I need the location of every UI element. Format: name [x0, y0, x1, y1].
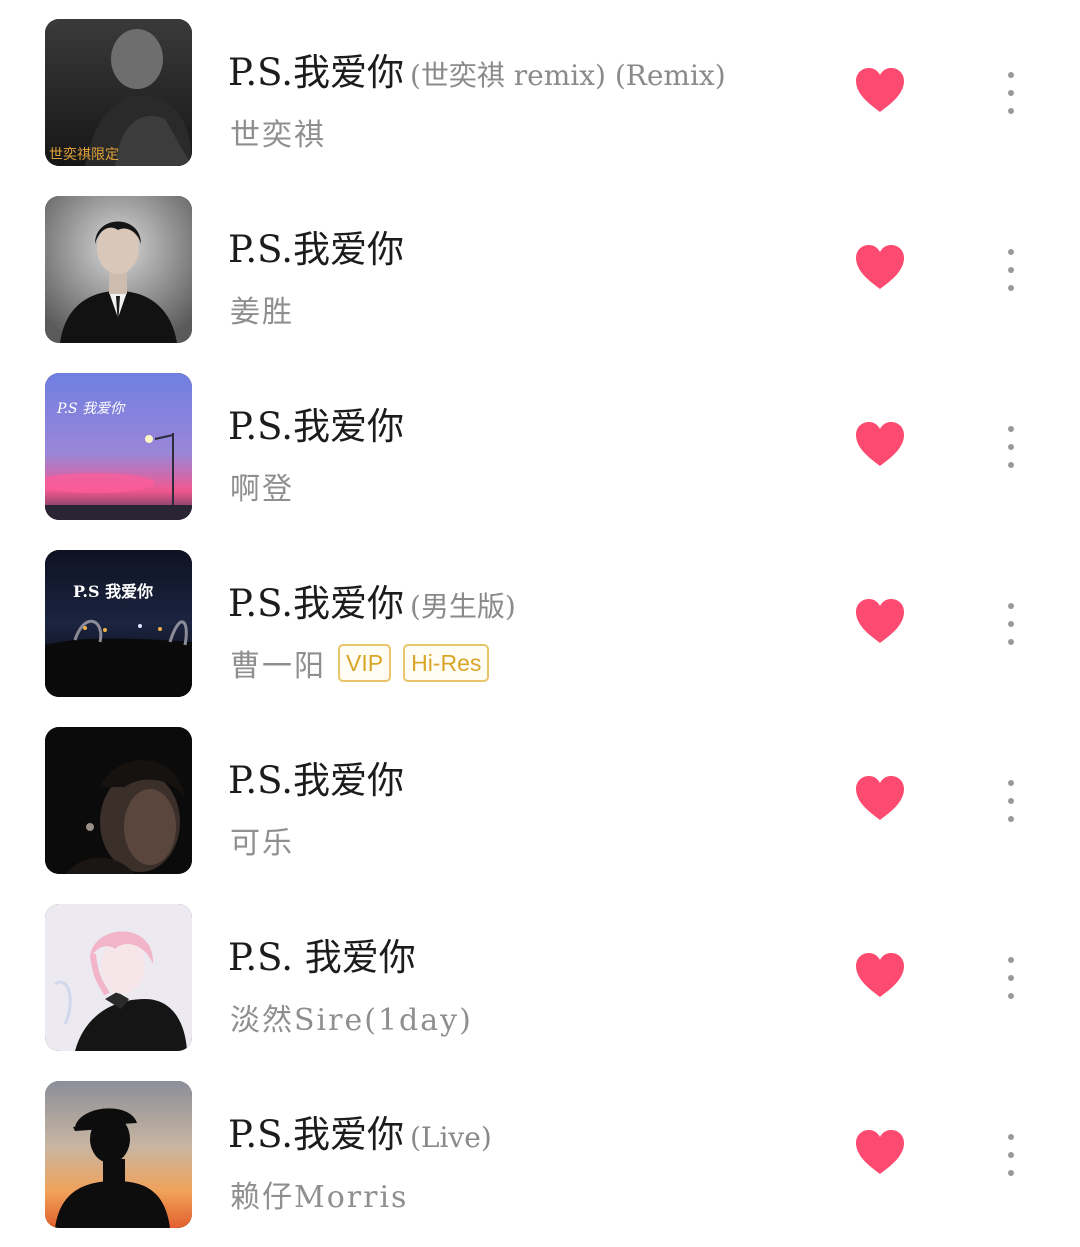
song-row[interactable]: P.S 我爱你 P.S.我爱你 (男生版) 曹一阳 VIP Hi-Res	[0, 531, 1080, 708]
heart-icon[interactable]	[854, 66, 906, 114]
song-row[interactable]: P.S 我爱你 P.S.我爱你 啊登	[0, 354, 1080, 531]
song-row[interactable]: P.S.我爱你 (Live) 赖仔Morris	[0, 1062, 1080, 1239]
album-cover[interactable]: 世奕祺限定	[45, 19, 192, 166]
song-title-line: P.S.我爱你	[228, 396, 410, 450]
dot	[1008, 798, 1014, 804]
song-row[interactable]: P.S. 我爱你 淡然Sire(1day)	[0, 885, 1080, 1062]
artist-line: 可乐	[230, 818, 294, 862]
heart-icon[interactable]	[854, 774, 906, 822]
song-title-line: P.S.我爱你 (世奕祺 remix) (Remix)	[228, 42, 726, 96]
heart-icon[interactable]	[854, 951, 906, 999]
album-cover[interactable]	[45, 196, 192, 343]
dot	[1008, 249, 1014, 255]
more-vertical-icon[interactable]	[998, 225, 1024, 315]
dot	[1008, 108, 1014, 114]
album-cover[interactable]	[45, 904, 192, 1051]
song-title: P.S.我爱你	[228, 228, 404, 271]
artist-name[interactable]: 赖仔Morris	[230, 1172, 408, 1216]
heart-icon[interactable]	[854, 243, 906, 291]
artist-name[interactable]: 淡然Sire(1day)	[230, 995, 473, 1039]
dot	[1008, 285, 1014, 291]
dot	[1008, 780, 1014, 786]
song-title-line: P.S. 我爱你	[228, 927, 422, 981]
artist-name[interactable]: 曹一阳	[230, 641, 326, 685]
dot	[1008, 993, 1014, 999]
dot	[1008, 462, 1014, 468]
artist-line: 淡然Sire(1day)	[230, 995, 473, 1039]
dot	[1008, 1134, 1014, 1140]
artist-line: 赖仔Morris	[230, 1172, 408, 1216]
song-row[interactable]: 世奕祺限定 P.S.我爱你 (世奕祺 remix) (Remix) 世奕祺	[0, 0, 1080, 177]
album-cover[interactable]	[45, 1081, 192, 1228]
song-version: (世奕祺 remix) (Remix)	[409, 59, 726, 92]
cover-art-night-car-icon: P.S 我爱你	[45, 550, 192, 697]
song-title-line: P.S.我爱你 (男生版)	[228, 573, 516, 627]
album-cover[interactable]: P.S 我爱你	[45, 373, 192, 520]
heart-icon[interactable]	[854, 420, 906, 468]
song-title: P.S.我爱你	[228, 405, 404, 448]
song-title: P.S.我爱你	[228, 51, 404, 94]
more-vertical-icon[interactable]	[998, 402, 1024, 492]
dot	[1008, 975, 1014, 981]
hi-res-badge: Hi-Res	[403, 644, 490, 682]
dot	[1008, 603, 1014, 609]
dot	[1008, 639, 1014, 645]
vip-badge: VIP	[338, 644, 392, 682]
dot	[1008, 816, 1014, 822]
dot	[1008, 426, 1014, 432]
cover-caption: 世奕祺限定	[49, 147, 119, 163]
more-vertical-icon[interactable]	[998, 756, 1024, 846]
cover-art-remix-icon: 世奕祺限定	[45, 19, 192, 166]
heart-icon[interactable]	[854, 1128, 906, 1176]
song-row[interactable]: P.S.我爱你 可乐	[0, 708, 1080, 885]
dot	[1008, 72, 1014, 78]
artist-line: 世奕祺	[230, 110, 326, 154]
artist-name[interactable]: 啊登	[230, 464, 294, 508]
heart-icon[interactable]	[854, 597, 906, 645]
song-title: P.S.我爱你	[228, 1113, 404, 1156]
song-title-line: P.S.我爱你	[228, 750, 410, 804]
artist-name[interactable]: 世奕祺	[230, 110, 326, 154]
artist-name[interactable]: 可乐	[230, 818, 294, 862]
dot	[1008, 1152, 1014, 1158]
dot	[1008, 444, 1014, 450]
song-list: 世奕祺限定 P.S.我爱你 (世奕祺 remix) (Remix) 世奕祺 P.…	[0, 0, 1080, 1247]
artist-name[interactable]: 姜胜	[230, 287, 294, 331]
album-cover[interactable]	[45, 727, 192, 874]
song-title-line: P.S.我爱你 (Live)	[228, 1104, 492, 1158]
dot	[1008, 1170, 1014, 1176]
artist-line: 曹一阳 VIP Hi-Res	[230, 641, 490, 685]
cover-caption: P.S 我爱你	[73, 582, 153, 601]
cover-art-sunset-sky-icon: P.S 我爱你	[45, 373, 192, 520]
dot	[1008, 267, 1014, 273]
artist-line: 姜胜	[230, 287, 294, 331]
dot	[1008, 957, 1014, 963]
cover-art-portrait-suit-icon	[45, 196, 192, 343]
dot	[1008, 90, 1014, 96]
album-cover[interactable]: P.S 我爱你	[45, 550, 192, 697]
more-vertical-icon[interactable]	[998, 579, 1024, 669]
song-version: (Live)	[409, 1121, 492, 1154]
song-title: P.S. 我爱你	[228, 936, 416, 979]
song-title: P.S.我爱你	[228, 582, 404, 625]
dot	[1008, 621, 1014, 627]
cover-caption: P.S 我爱你	[56, 401, 126, 417]
more-vertical-icon[interactable]	[998, 1110, 1024, 1200]
more-vertical-icon[interactable]	[998, 48, 1024, 138]
cover-art-dark-portrait-icon	[45, 727, 192, 874]
more-vertical-icon[interactable]	[998, 933, 1024, 1023]
artist-line: 啊登	[230, 464, 294, 508]
cover-art-anime-boy-icon	[45, 904, 192, 1051]
song-row[interactable]: P.S.我爱你 姜胜	[0, 177, 1080, 354]
song-version: (男生版)	[409, 590, 516, 623]
song-title: P.S.我爱你	[228, 759, 404, 802]
cover-art-silhouette-sunset-icon	[45, 1081, 192, 1228]
song-title-line: P.S.我爱你	[228, 219, 410, 273]
